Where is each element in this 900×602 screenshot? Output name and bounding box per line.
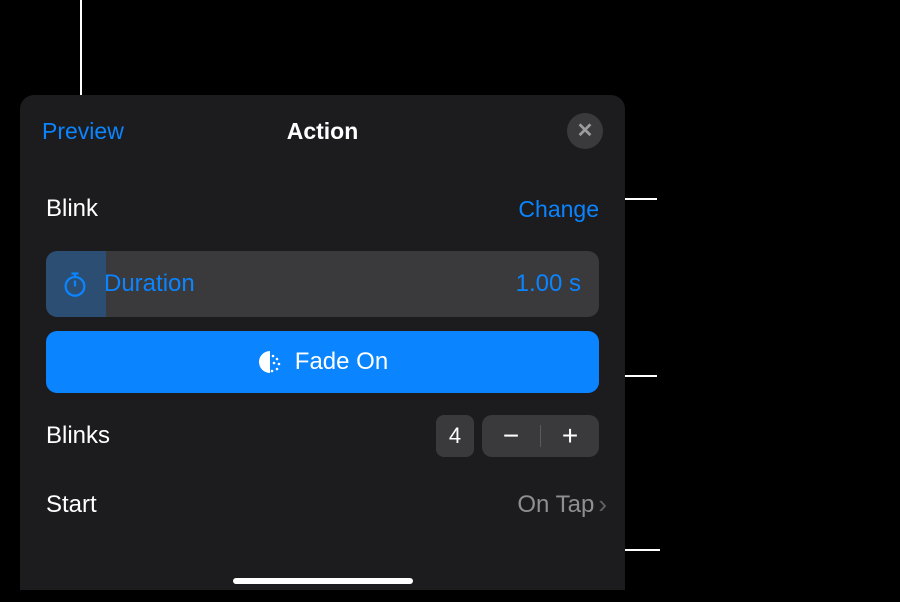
duration-value: 1.00 s [516, 270, 581, 298]
stepper-minus-button[interactable]: − [482, 415, 540, 457]
effect-row: Blink Change [20, 167, 625, 237]
action-panel: Preview Action ✕ Blink Change Duration 1… [20, 95, 625, 590]
blinks-stepper: 4 − + [436, 415, 599, 457]
fade-on-label: Fade On [295, 348, 388, 376]
close-button[interactable]: ✕ [567, 113, 603, 149]
close-icon: ✕ [577, 121, 594, 141]
duration-label: Duration [104, 270, 195, 298]
blinks-row: Blinks 4 − + [20, 393, 625, 457]
preview-button[interactable]: Preview [42, 118, 124, 145]
start-value: On Tap [517, 491, 594, 519]
fade-icon [257, 349, 283, 375]
fade-on-button[interactable]: Fade On [46, 331, 599, 393]
change-button[interactable]: Change [518, 196, 599, 223]
home-indicator[interactable] [233, 578, 413, 584]
blinks-count: 4 [436, 415, 474, 457]
blinks-label: Blinks [46, 422, 110, 450]
stopwatch-icon [60, 269, 90, 299]
panel-title: Action [287, 118, 359, 145]
stepper-plus-button[interactable]: + [541, 415, 599, 457]
panel-header: Preview Action ✕ [20, 95, 625, 167]
chevron-right-icon: › [598, 489, 607, 520]
duration-slider[interactable]: Duration 1.00 s [46, 251, 599, 317]
start-row[interactable]: Start On Tap › [20, 457, 625, 520]
effect-name: Blink [46, 195, 98, 223]
start-label: Start [46, 491, 97, 519]
start-value-wrap: On Tap › [517, 489, 607, 520]
callout-line-preview [80, 0, 82, 95]
stepper: − + [482, 415, 599, 457]
